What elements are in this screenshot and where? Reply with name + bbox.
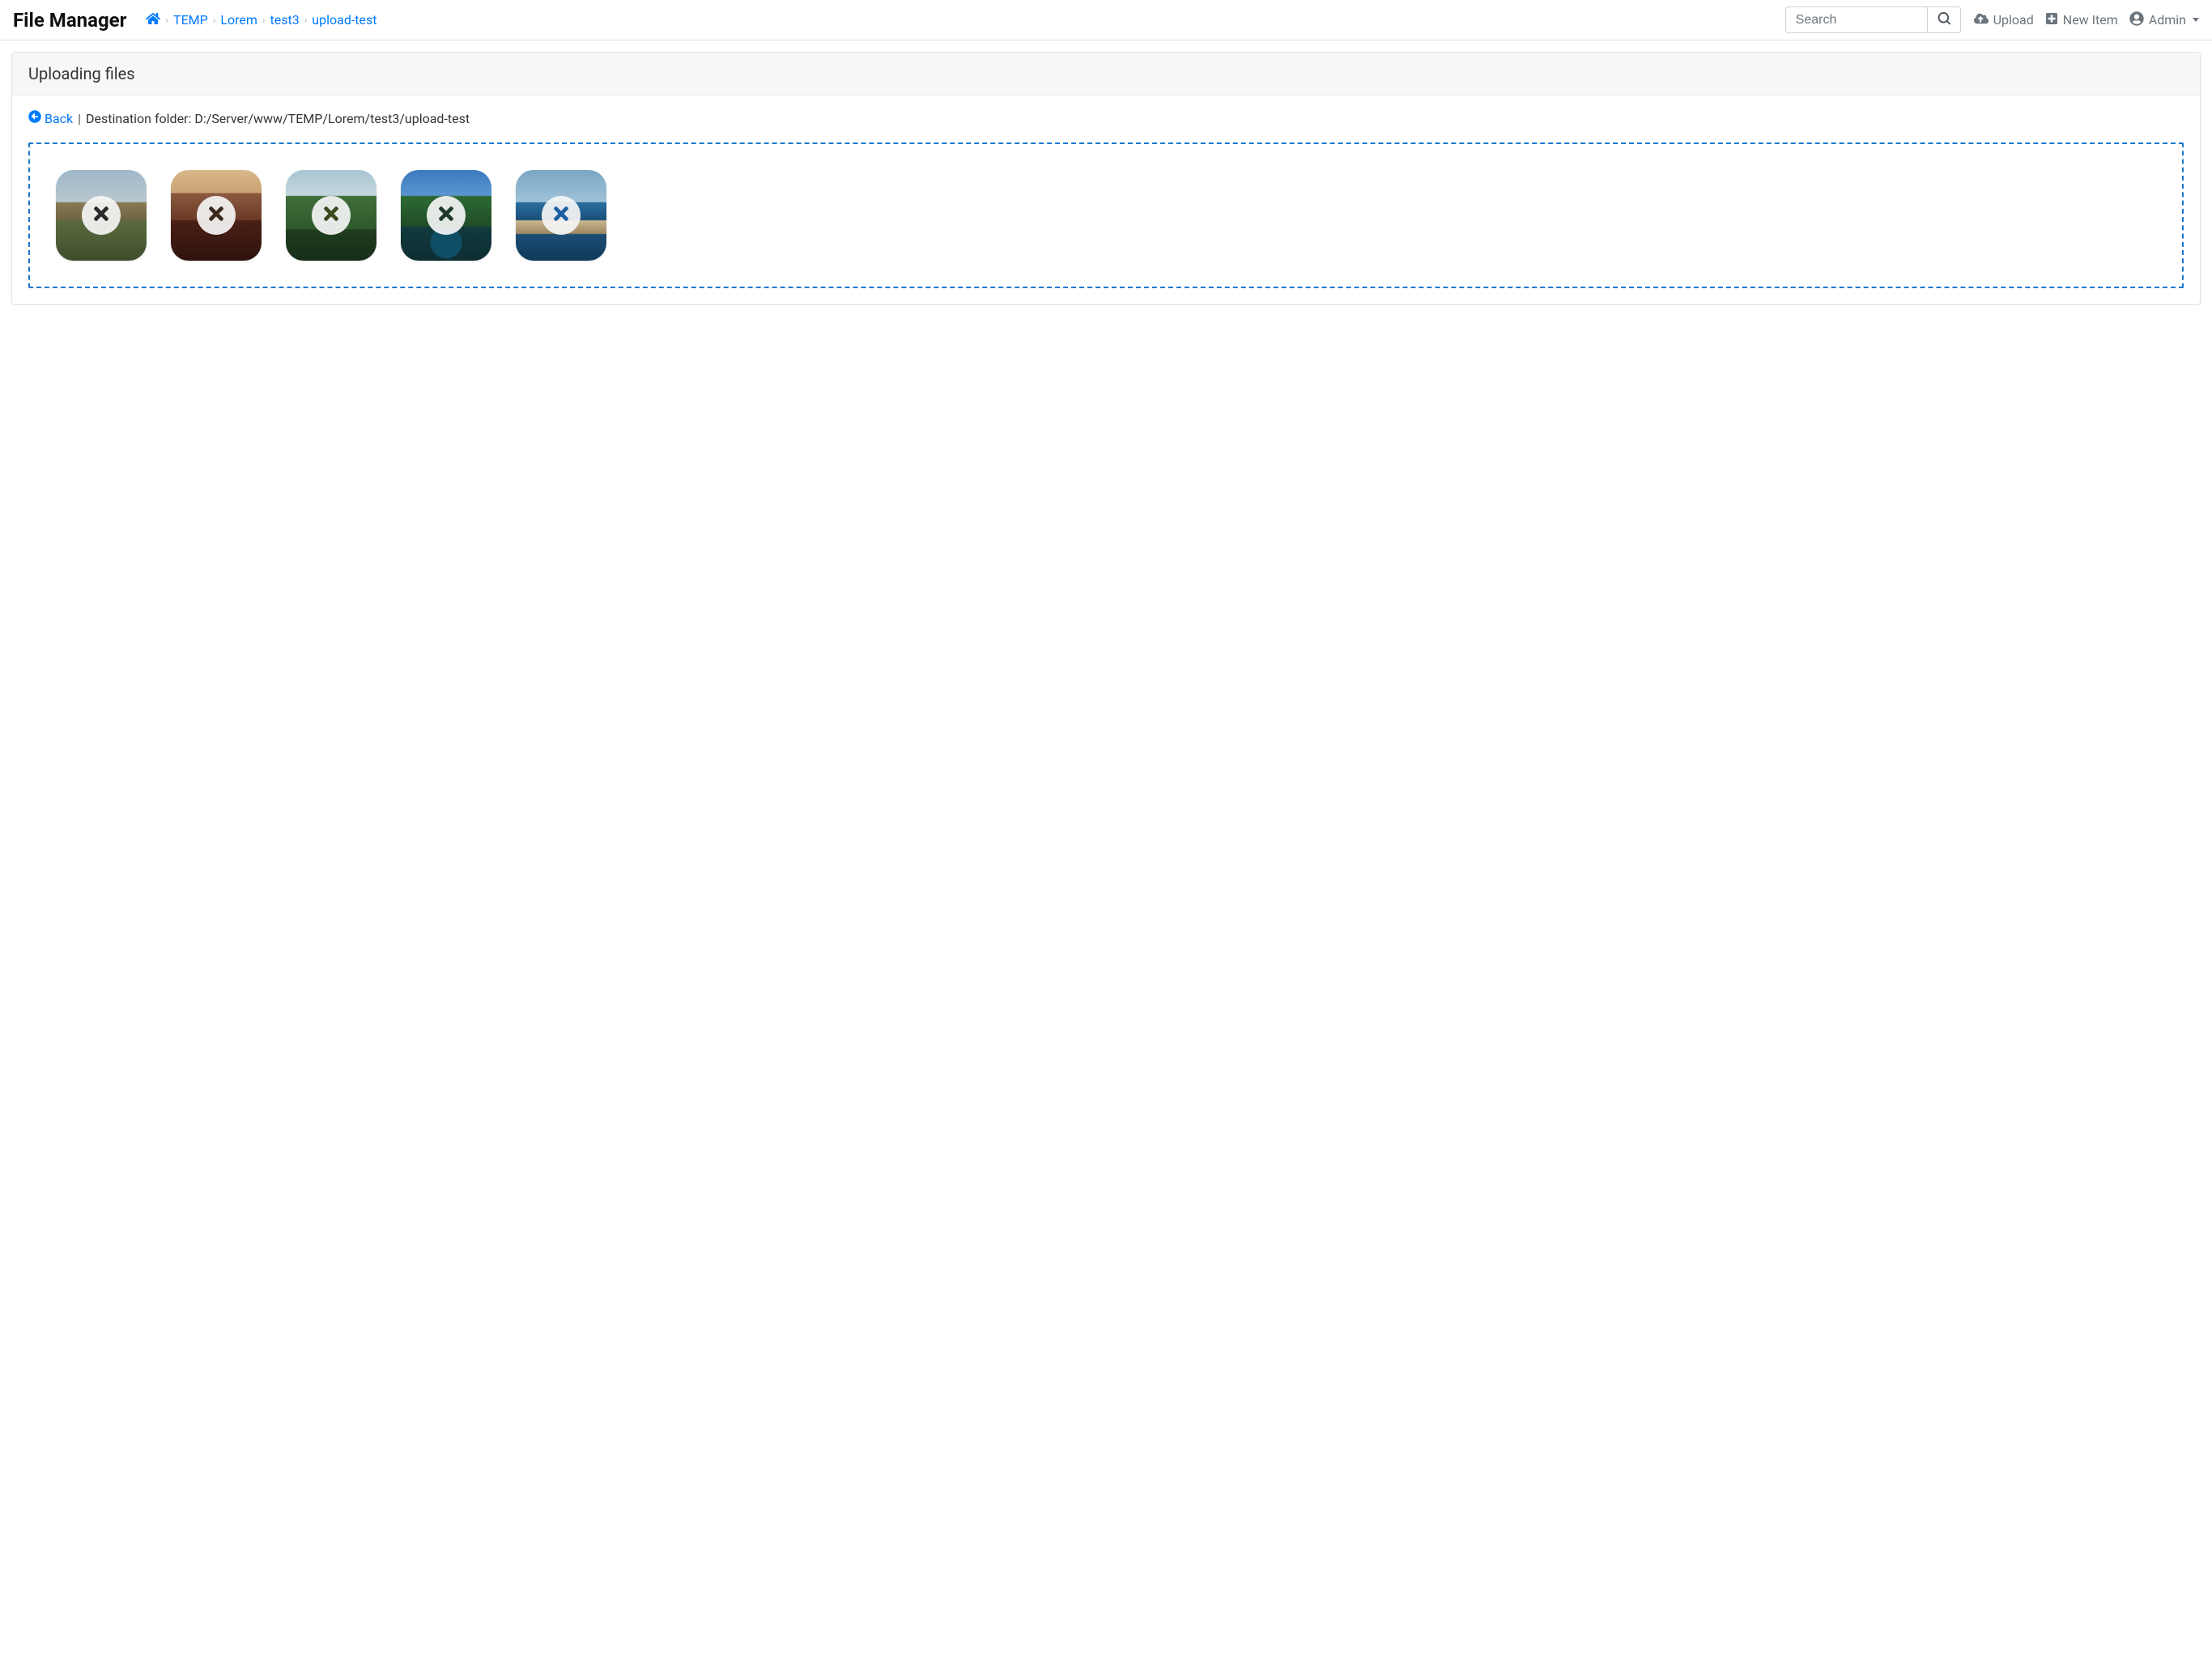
breadcrumb-item-temp[interactable]: TEMP xyxy=(173,12,208,28)
upload-dropzone[interactable] xyxy=(28,142,2184,288)
breadcrumb-item-test3[interactable]: test3 xyxy=(270,12,299,28)
close-icon xyxy=(206,203,227,227)
arrow-left-circle-icon xyxy=(28,110,41,126)
breadcrumb-item-upload-test[interactable]: upload-test xyxy=(312,12,376,28)
breadcrumb-sep: › xyxy=(262,15,266,26)
upload-thumb-5[interactable] xyxy=(516,170,606,261)
destination-row: Back | Destination folder: D:/Server/www… xyxy=(28,110,2184,126)
close-icon xyxy=(436,203,457,227)
upload-card: Uploading files Back | Destination folde… xyxy=(11,52,2201,305)
breadcrumb-item-lorem[interactable]: Lorem xyxy=(220,12,257,28)
search-icon xyxy=(1938,12,1950,28)
breadcrumb-sep: › xyxy=(165,15,168,26)
card-title: Uploading files xyxy=(12,53,2200,96)
remove-thumb-button[interactable] xyxy=(427,196,466,235)
back-link[interactable]: Back xyxy=(28,110,73,126)
search-input[interactable] xyxy=(1785,6,1927,33)
brand-title[interactable]: File Manager xyxy=(13,9,126,32)
breadcrumb-sep: › xyxy=(304,15,308,26)
upload-thumb-3[interactable] xyxy=(286,170,376,261)
upload-label: Upload xyxy=(1993,12,2034,28)
cloud-upload-icon xyxy=(1974,11,1989,29)
breadcrumb: › TEMP › Lorem › test3 › upload-test xyxy=(146,11,376,29)
remove-thumb-button[interactable] xyxy=(82,196,121,235)
upload-thumb-2[interactable] xyxy=(171,170,262,261)
remove-thumb-button[interactable] xyxy=(312,196,351,235)
close-icon xyxy=(91,203,112,227)
back-label: Back xyxy=(45,111,73,126)
admin-label: Admin xyxy=(2149,12,2186,28)
destination-path: D:/Server/www/TEMP/Lorem/test3/upload-te… xyxy=(194,111,470,126)
upload-thumb-1[interactable] xyxy=(56,170,147,261)
new-item-label: New Item xyxy=(2063,12,2118,28)
close-icon xyxy=(321,203,342,227)
plus-square-icon xyxy=(2045,12,2058,28)
new-item-link[interactable]: New Item xyxy=(2045,12,2118,28)
destination-label: Destination folder: xyxy=(86,111,191,126)
admin-menu[interactable]: Admin xyxy=(2129,11,2199,29)
remove-thumb-button[interactable] xyxy=(542,196,581,235)
search-group xyxy=(1785,6,1961,33)
close-icon xyxy=(551,203,572,227)
upload-link[interactable]: Upload xyxy=(1974,11,2034,29)
breadcrumb-sep: › xyxy=(213,15,216,26)
remove-thumb-button[interactable] xyxy=(197,196,236,235)
upload-thumb-4[interactable] xyxy=(401,170,491,261)
home-icon[interactable] xyxy=(146,11,160,29)
chevron-down-icon xyxy=(2193,18,2199,22)
back-separator: | xyxy=(78,111,81,126)
user-circle-icon xyxy=(2129,11,2144,29)
search-button[interactable] xyxy=(1927,6,1961,33)
nav-actions: Upload New Item Admin xyxy=(1974,11,2199,29)
top-navbar: File Manager › TEMP › Lorem › test3 › up… xyxy=(0,0,2212,40)
